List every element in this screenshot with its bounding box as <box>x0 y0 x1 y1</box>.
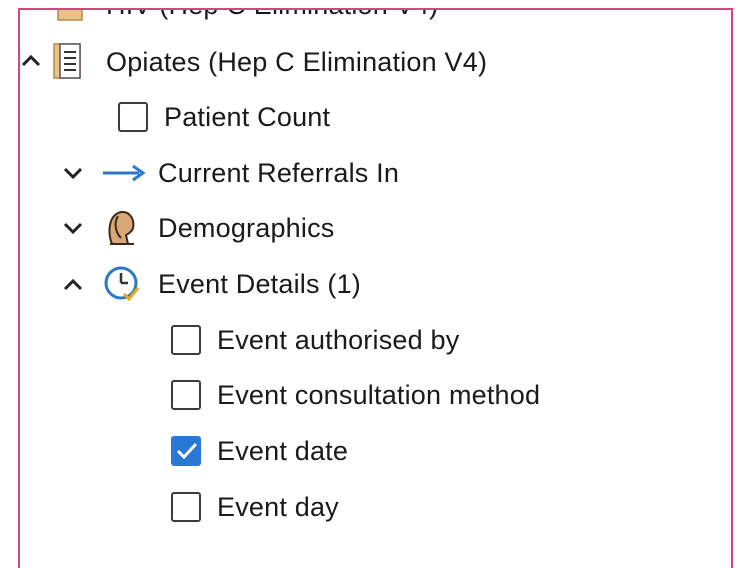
chevron-down-icon[interactable] <box>56 214 90 242</box>
tree-item-event-date[interactable]: Event date <box>20 426 731 476</box>
tree-item-event-authorised-by[interactable]: Event authorised by <box>20 315 731 365</box>
tree-item-patient-count[interactable]: Patient Count <box>20 92 731 142</box>
checkbox-label: Patient Count <box>164 101 331 132</box>
checkbox-label: Event day <box>217 491 339 522</box>
tree-item-event-consultation-method[interactable]: Event consultation method <box>20 370 731 420</box>
tree-item-demographics[interactable]: Demographics <box>20 203 731 253</box>
arrow-right-icon <box>100 153 150 193</box>
tree-group-opiates[interactable]: Opiates (Hep C Elimination V4) <box>20 37 731 87</box>
book-document-icon <box>50 41 84 81</box>
event-consultation-method-checkbox[interactable] <box>171 380 201 410</box>
person-head-icon <box>104 208 138 248</box>
event-authorised-by-checkbox[interactable] <box>171 325 201 355</box>
tree-group-label: Opiates (Hep C Elimination V4) <box>106 46 488 77</box>
checkbox-label: Event authorised by <box>217 324 460 355</box>
tree-item-label: Event Details (1) <box>158 268 361 299</box>
check-icon <box>176 442 198 460</box>
tree-item-label: Current Referrals In <box>158 157 400 188</box>
patient-count-checkbox[interactable] <box>118 102 148 132</box>
tree-panel: HIV (Hep C Elimination V4) Opiates (Hep … <box>18 8 733 568</box>
event-day-checkbox[interactable] <box>171 492 201 522</box>
clock-check-icon <box>102 264 142 304</box>
chevron-up-icon[interactable] <box>56 270 90 298</box>
checkbox-label: Event date <box>217 435 349 466</box>
event-date-checkbox[interactable] <box>171 436 201 466</box>
tree-item-event-details[interactable]: Event Details (1) <box>20 259 731 309</box>
tree-item-hiv[interactable]: HIV (Hep C Elimination V4) <box>20 10 731 30</box>
book-icon <box>54 10 88 25</box>
tree-item-event-day[interactable]: Event day <box>20 482 731 532</box>
chevron-down-icon[interactable] <box>56 159 90 187</box>
tree-item-label: Demographics <box>158 212 335 243</box>
checkbox-label: Event consultation method <box>217 379 541 410</box>
tree-item-current-referrals-in[interactable]: Current Referrals In <box>20 148 731 198</box>
chevron-up-icon[interactable] <box>20 46 48 74</box>
tree-item-label: HIV (Hep C Elimination V4) <box>106 10 438 21</box>
